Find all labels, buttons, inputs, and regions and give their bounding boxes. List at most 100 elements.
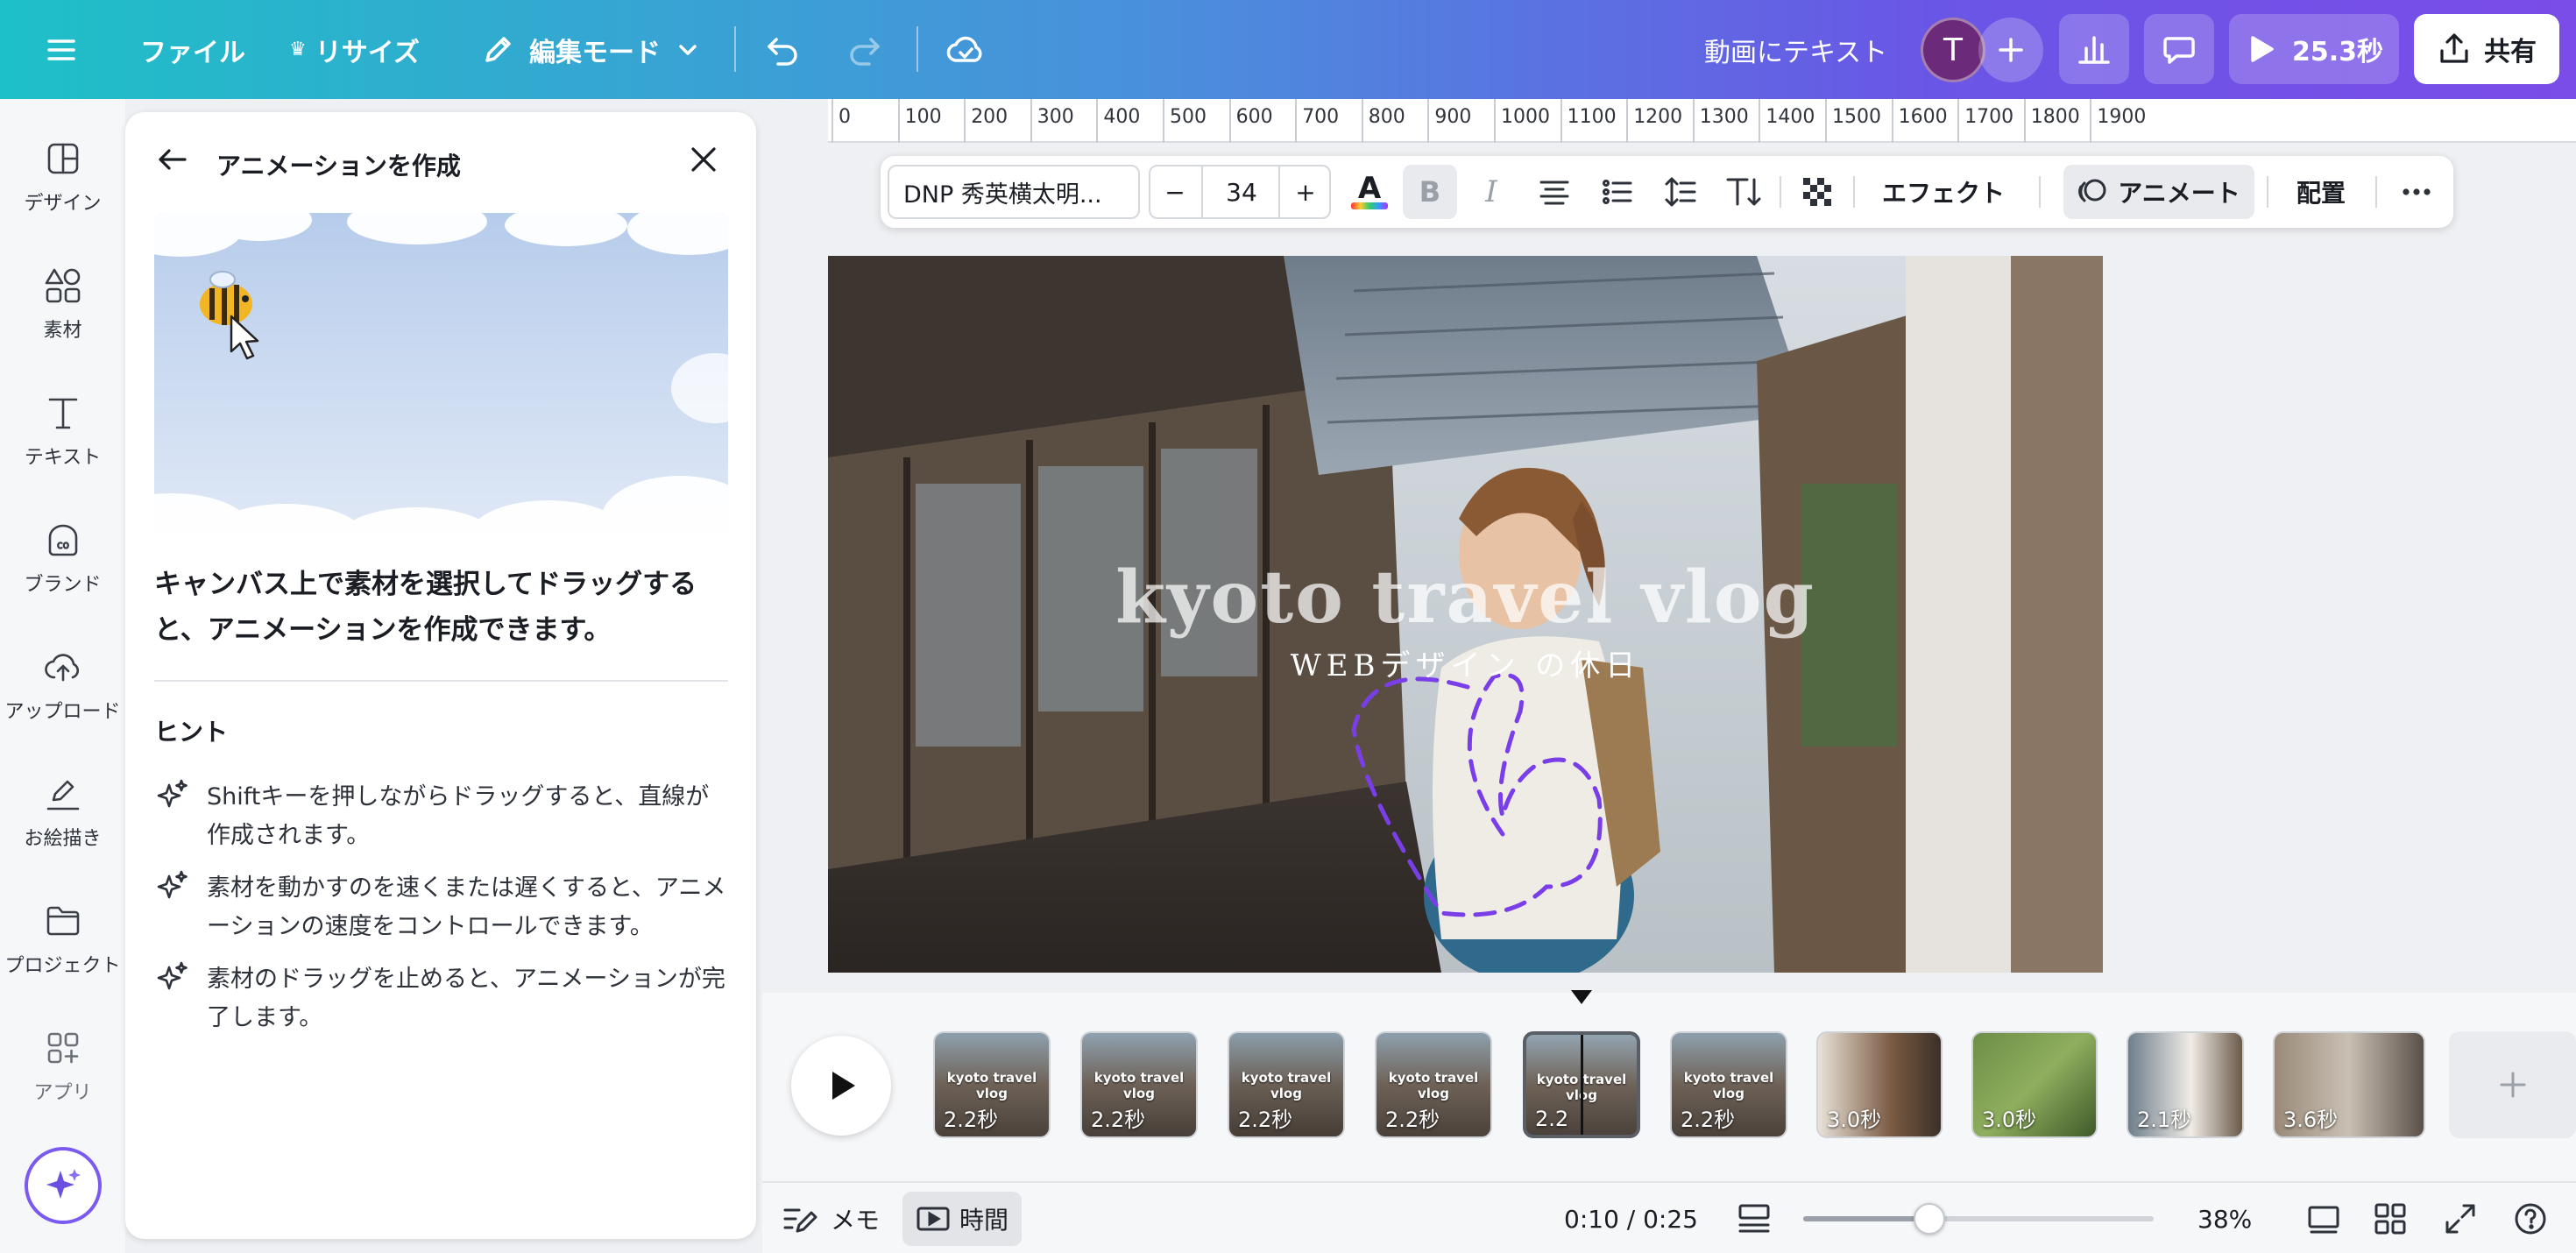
minus-icon: −: [1164, 177, 1185, 207]
resize-button[interactable]: ♛ リサイズ: [289, 0, 420, 99]
magic-assistant-button[interactable]: [25, 1147, 102, 1224]
sidebar-item-brand[interactable]: co ブランド: [0, 520, 125, 625]
comment-button[interactable]: [2144, 14, 2214, 84]
font-size-decrease-button[interactable]: −: [1149, 156, 1201, 228]
sidebar-item-text[interactable]: テキスト: [0, 393, 125, 498]
help-button[interactable]: [2513, 1183, 2548, 1253]
back-button[interactable]: [155, 142, 190, 181]
close-panel-button[interactable]: [686, 142, 721, 181]
ruler-tick-line: [2023, 99, 2026, 143]
ruler-tick-line: [1427, 99, 1430, 143]
timeline-clip[interactable]: kyoto travel vlog 2.2秒: [1670, 1031, 1787, 1138]
cloud-check-icon[interactable]: [945, 0, 987, 99]
video-subtitle-text[interactable]: WEBデザイン の休日: [828, 641, 2103, 684]
comment-icon: [2163, 37, 2195, 64]
hamburger-menu-icon[interactable]: [46, 0, 77, 99]
italic-button[interactable]: I: [1464, 156, 1518, 228]
sidebar-item-projects[interactable]: プロジェクト: [0, 901, 125, 1006]
fullscreen-button[interactable]: [2443, 1183, 2478, 1253]
animate-icon: [2078, 179, 2106, 202]
avatar[interactable]: T: [1921, 18, 1985, 82]
zoom-slider[interactable]: [1803, 1203, 2154, 1235]
hint-item: 素材のドラッグを止めると、アニメーションが完了します。: [154, 960, 728, 1037]
left-sidebar: デザイン 素材 テキスト co ブランド アップロード お絵描き プロジェクト …: [0, 99, 125, 1253]
ruler-tick-label: 1900: [2097, 106, 2147, 128]
time-view-button[interactable]: 時間: [902, 1192, 1022, 1246]
text-color-button[interactable]: A: [1343, 156, 1396, 228]
ruler-tick-label: 1500: [1832, 106, 1881, 128]
add-clip-button[interactable]: [2449, 1031, 2576, 1138]
font-size-input[interactable]: 34: [1203, 156, 1280, 228]
timeline-play-button[interactable]: [791, 1036, 891, 1136]
edit-mode-dropdown[interactable]: 編集モード: [480, 0, 699, 99]
sidebar-item-label: ブランド: [24, 574, 102, 596]
bold-button[interactable]: B: [1403, 165, 1457, 219]
layout-toggle-button[interactable]: [1737, 1183, 1772, 1253]
divider: [1780, 176, 1781, 208]
more-options-button[interactable]: [2388, 156, 2445, 228]
sidebar-item-elements[interactable]: 素材: [0, 265, 125, 371]
clip-duration: 2.2秒: [944, 1108, 999, 1132]
timeline-clip[interactable]: kyoto travel vlog2.2: [1523, 1031, 1640, 1138]
timecode: 0:10 / 0:25: [1564, 1183, 1698, 1253]
bee-icon: [200, 271, 252, 325]
clip-caption: kyoto travel vlog: [1093, 1070, 1185, 1101]
vertical-text-button[interactable]: [1716, 156, 1771, 228]
page-layout-icon: [1738, 1204, 1770, 1233]
align-button[interactable]: [1527, 156, 1582, 228]
document-title[interactable]: 動画にテキスト: [1704, 0, 1887, 99]
sidebar-item-draw[interactable]: お絵描き: [0, 774, 125, 879]
list-button[interactable]: [1590, 156, 1645, 228]
sidebar-item-uploads[interactable]: アップロード: [0, 647, 125, 752]
notes-label: メモ: [831, 1206, 881, 1235]
spacing-button[interactable]: [1653, 156, 1708, 228]
effects-button[interactable]: エフェクト: [1862, 156, 2025, 228]
playhead-marker[interactable]: [1571, 990, 1592, 1004]
file-menu[interactable]: ファイル: [140, 0, 245, 99]
ruler-tick-label: 1300: [1699, 106, 1749, 128]
sidebar-item-apps[interactable]: アプリ: [0, 1028, 125, 1133]
timeline-clip[interactable]: 2.1秒: [2127, 1031, 2244, 1138]
timeline-clip[interactable]: kyoto travel vlog 2.2秒: [933, 1031, 1051, 1138]
grid-view-button[interactable]: [2373, 1183, 2408, 1253]
redo-icon[interactable]: [845, 0, 883, 99]
timeline-clip[interactable]: kyoto travel vlog 2.2秒: [1375, 1031, 1492, 1138]
font-family-select[interactable]: DNP 秀英横太明...: [888, 165, 1140, 219]
divider: [2039, 176, 2041, 208]
timeline-clip[interactable]: 3.0秒: [1971, 1031, 2098, 1138]
video-title-text[interactable]: kyoto travel vlog: [828, 556, 2103, 640]
transparency-button[interactable]: [1790, 156, 1844, 228]
folder-icon: [46, 906, 79, 936]
close-icon: [691, 147, 716, 172]
font-size-increase-button[interactable]: +: [1280, 156, 1331, 228]
pages-button[interactable]: [2306, 1183, 2341, 1253]
position-button[interactable]: 配置: [2275, 156, 2367, 228]
undo-icon[interactable]: [764, 0, 803, 99]
present-play-button[interactable]: 25.3秒: [2229, 14, 2399, 84]
divider: [2267, 176, 2268, 208]
design-canvas[interactable]: kyoto travel vlog WEBデザイン の休日: [828, 256, 2103, 973]
zoom-level[interactable]: 38%: [2197, 1183, 2252, 1253]
timeline-clip[interactable]: kyoto travel vlog 2.2秒: [1228, 1031, 1345, 1138]
sidebar-item-label: アプリ: [33, 1082, 92, 1104]
animate-button[interactable]: アニメート: [2063, 165, 2254, 219]
timeline-clip[interactable]: 3.6秒: [2273, 1031, 2425, 1138]
timeline-clip[interactable]: 3.0秒: [1816, 1031, 1943, 1138]
vertical-text-icon: [1726, 178, 1761, 206]
ruler-tick-line: [1228, 99, 1231, 143]
design-layout-icon: [47, 143, 78, 174]
sidebar-item-design[interactable]: デザイン: [0, 138, 125, 244]
insights-button[interactable]: [2059, 14, 2129, 84]
ruler-tick-line: [1560, 99, 1562, 143]
font-size-value: 34: [1226, 177, 1257, 207]
divider: [734, 26, 736, 72]
notes-button[interactable]: メモ: [782, 1183, 880, 1253]
share-button[interactable]: 共有: [2414, 14, 2559, 84]
cursor-icon: [230, 315, 259, 360]
text-color-a-icon: A: [1357, 171, 1382, 206]
timeline-clip[interactable]: kyoto travel vlog 2.2秒: [1080, 1031, 1198, 1138]
divider: [1853, 176, 1855, 208]
ruler-tick-label: 1400: [1766, 106, 1815, 128]
add-collaborator-button[interactable]: [1978, 18, 2043, 82]
zoom-slider-thumb[interactable]: [1914, 1203, 1945, 1235]
